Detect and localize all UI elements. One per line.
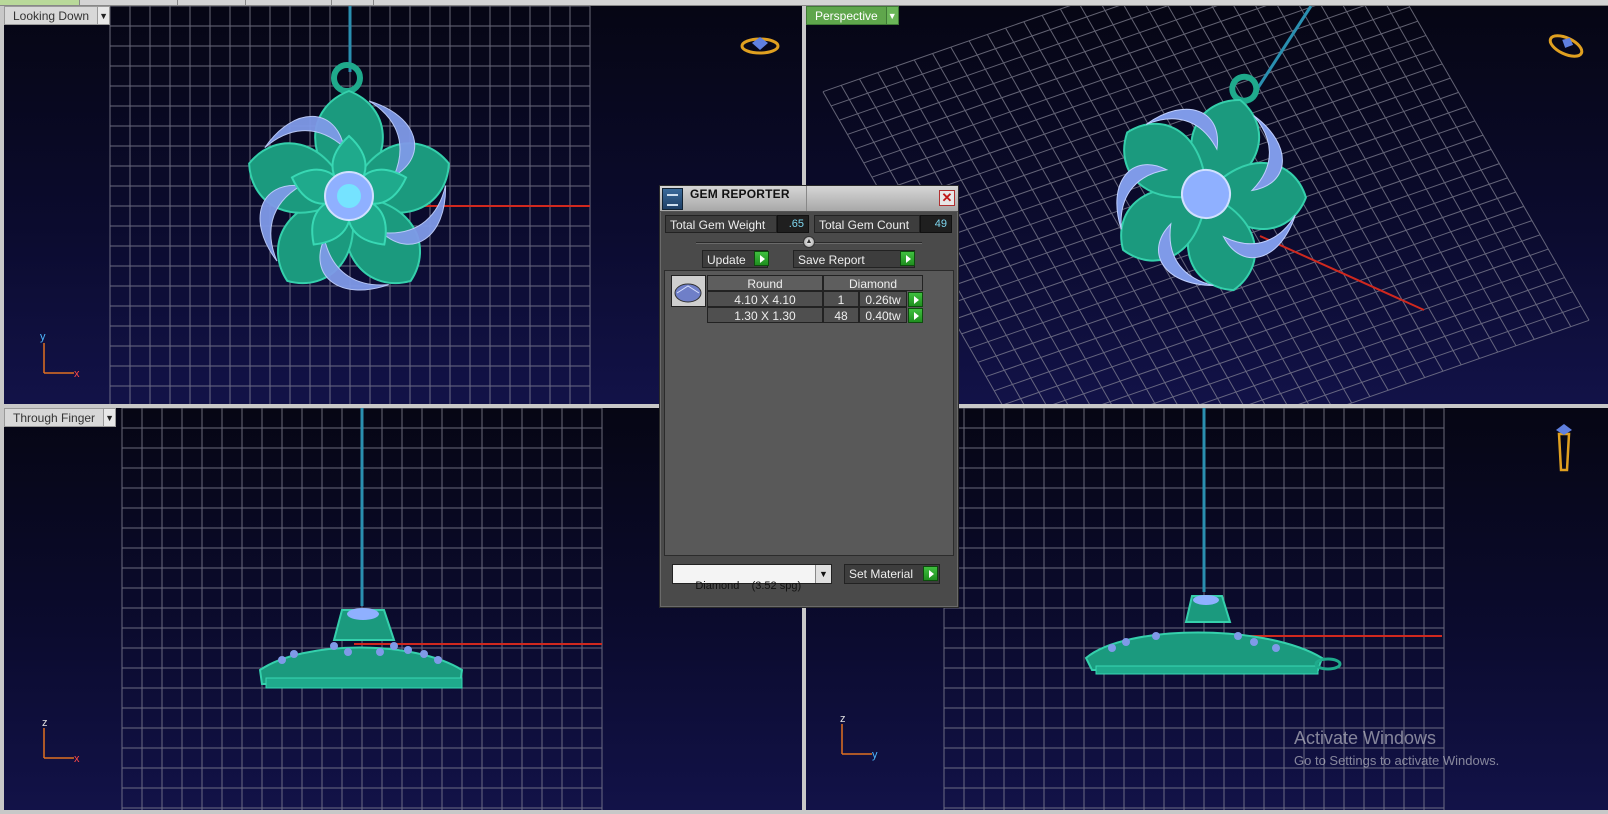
play-arrow-icon[interactable] (923, 566, 938, 581)
save-report-label: Save Report (798, 253, 865, 267)
title-divider (806, 186, 807, 211)
axis-label-y: y (40, 331, 46, 343)
grid-line (1200, 277, 1565, 404)
column-header-shape: Round (707, 275, 823, 291)
table-cell-weight: 0.40tw (859, 307, 907, 323)
gem-reporter-icon (662, 188, 683, 210)
top-tab[interactable] (80, 0, 178, 5)
play-arrow-icon[interactable] (754, 251, 769, 266)
gem-reporter-dialog: GEM REPORTER ✕ Total Gem Weight .65 Tota… (659, 185, 959, 608)
table-cell-weight: 0.26tw (859, 291, 907, 307)
activate-windows-title: Activate Windows (1294, 728, 1437, 748)
axis-label-x: x (74, 368, 80, 380)
pendant-top-view (248, 62, 450, 291)
update-label: Update (707, 253, 746, 267)
axis-gizmo (43, 728, 74, 759)
total-gem-weight-label: Total Gem Weight (665, 215, 777, 233)
view-selector-through-finger[interactable]: Through Finger ▼ (4, 408, 117, 427)
axis-gizmo (43, 343, 74, 374)
table-cell-size: 4.10 X 4.10 (707, 291, 823, 307)
gem-report-list: Round Diamond 4.10 X 4.10 1 0.26tw 1.30 … (664, 270, 954, 556)
dropdown-arrow-icon[interactable]: ▼ (97, 7, 110, 24)
set-material-label: Set Material (849, 567, 914, 581)
table-cell-count: 1 (823, 291, 859, 307)
grid-line (1151, 262, 1557, 404)
total-gem-count-value: 49 (920, 215, 952, 233)
material-select[interactable]: Diamond (3.52 spg) ▼ (672, 564, 832, 592)
total-gem-count-label: Total Gem Count (814, 215, 920, 233)
dropdown-arrow-icon[interactable]: ▼ (815, 565, 831, 583)
axis-gizmo (841, 724, 872, 755)
save-report-button[interactable]: Save Report (793, 250, 915, 268)
grid-line (994, 205, 1524, 392)
view-name: Perspective (815, 9, 878, 23)
play-arrow-icon[interactable] (900, 251, 915, 266)
table-cell-size: 1.30 X 1.30 (707, 307, 823, 323)
top-tab[interactable] (0, 0, 80, 5)
top-tab[interactable] (332, 0, 374, 5)
axis-label-z: z (840, 713, 846, 725)
ring-orientation-icon (740, 37, 780, 55)
material-select-value: Diamond (3.52 spg) (695, 580, 802, 592)
view-selector-looking-down[interactable]: Looking Down ▼ (4, 6, 111, 25)
app-window: y x Looking Down ▼ Perspective ▼ z x Thr… (0, 0, 1608, 814)
axis-label-y: y (872, 749, 878, 761)
play-arrow-icon[interactable] (908, 292, 923, 307)
slider-knob-icon[interactable]: ▲ (803, 236, 815, 248)
dialog-titlebar[interactable]: GEM REPORTER ✕ (660, 186, 958, 212)
total-gem-weight-value: .65 (777, 215, 809, 233)
top-tab[interactable] (246, 0, 332, 5)
column-header-material: Diamond (823, 275, 923, 291)
axis-label-x: x (74, 753, 80, 765)
close-icon[interactable]: ✕ (939, 190, 955, 206)
axis-label-z: z (42, 717, 48, 729)
activate-windows-subtitle: Go to Settings to activate Windows. (1294, 753, 1500, 768)
grid-line (1408, 6, 1590, 321)
play-arrow-icon[interactable] (908, 308, 923, 323)
table-cell-count: 48 (823, 307, 859, 323)
ring-perspective-icon (1548, 34, 1584, 58)
view-name: Through Finger (13, 411, 96, 425)
gem-thumbnail-icon[interactable] (671, 275, 706, 307)
dropdown-arrow-icon[interactable]: ▼ (103, 409, 116, 426)
dialog-title: GEM REPORTER (690, 187, 790, 201)
dropdown-arrow-icon[interactable]: ▼ (885, 7, 898, 24)
view-name: Looking Down (13, 9, 90, 23)
ring-side-icon (1556, 424, 1572, 472)
view-selector-perspective[interactable]: Perspective ▼ (806, 6, 899, 25)
top-tab[interactable] (178, 0, 246, 5)
